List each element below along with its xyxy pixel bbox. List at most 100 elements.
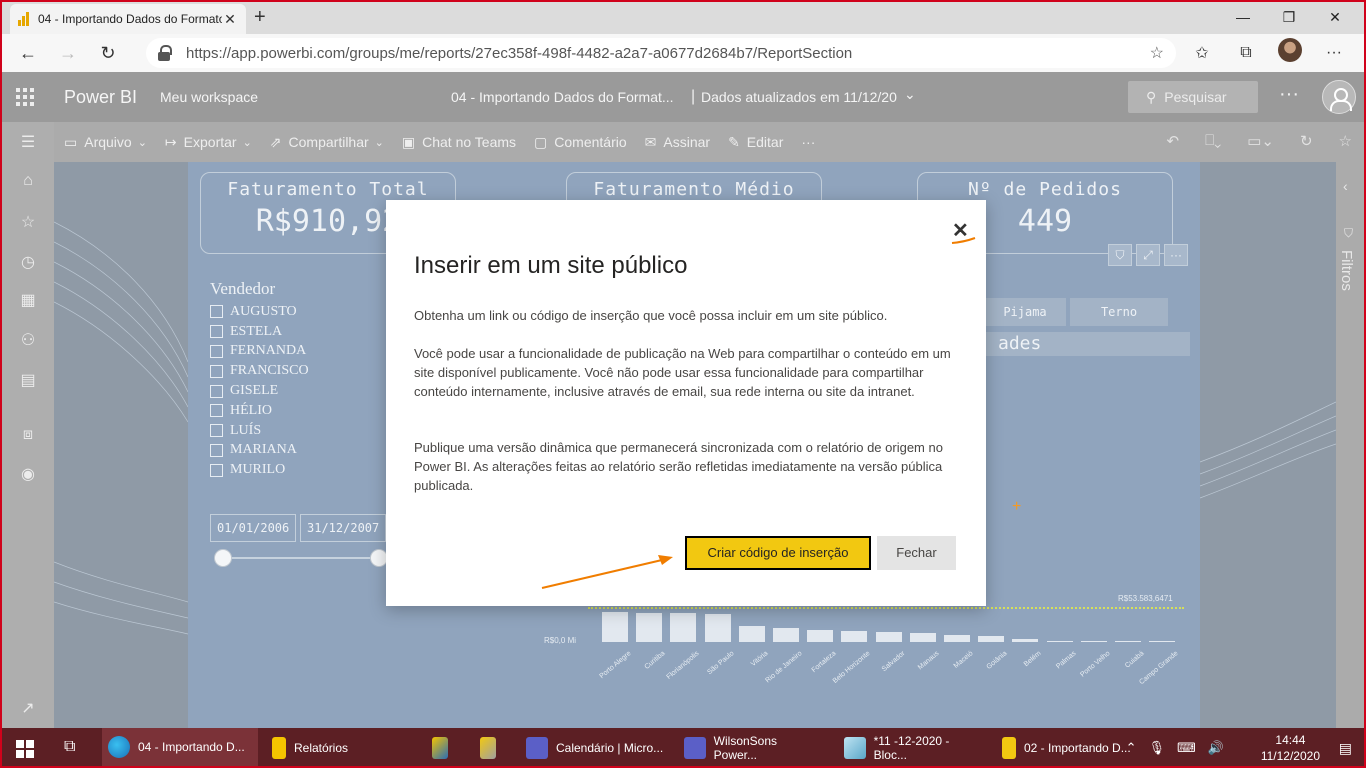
- comentario-button[interactable]: ▢ Comentário: [534, 134, 627, 151]
- browser-tab[interactable]: 04 - Importando Dados do Formato ✕: [10, 4, 246, 34]
- window-close-icon[interactable]: ✕: [1312, 4, 1358, 30]
- checkbox[interactable]: [210, 443, 223, 457]
- slicer-item[interactable]: ESTELA: [210, 322, 309, 342]
- arquivo-menu[interactable]: ▭ Arquivo ⌄: [64, 134, 147, 151]
- assinar-button[interactable]: ✉ Assinar: [645, 134, 710, 151]
- collections-icon[interactable]: ⧉: [1224, 44, 1268, 62]
- apps-icon[interactable]: ▦: [2, 290, 54, 310]
- chart-bar[interactable]: [944, 634, 970, 642]
- task-view-icon[interactable]: ⧉: [64, 738, 75, 756]
- chart-bar[interactable]: [1046, 640, 1073, 642]
- category-button-terno[interactable]: Terno: [1070, 298, 1168, 326]
- checkbox[interactable]: [210, 344, 223, 358]
- checkbox[interactable]: [210, 364, 223, 378]
- slicer-item[interactable]: FRANCISCO: [210, 361, 309, 381]
- user-avatar[interactable]: [1322, 80, 1356, 114]
- slicer-item[interactable]: GISELE: [210, 381, 309, 401]
- home-icon[interactable]: ⌂: [2, 172, 54, 190]
- search-input[interactable]: ⚲ Pesquisar: [1128, 81, 1258, 113]
- checkbox[interactable]: [210, 404, 223, 418]
- checkbox[interactable]: [210, 325, 223, 339]
- taskbar-item-app1[interactable]: [426, 728, 462, 766]
- checkbox[interactable]: [210, 463, 223, 477]
- chart-bar[interactable]: [636, 612, 663, 642]
- chevron-left-icon[interactable]: ‹: [1343, 178, 1348, 194]
- learn-book-icon[interactable]: ▤: [2, 370, 54, 390]
- favorites-star-icon[interactable]: ☆: [2, 212, 54, 232]
- chart-bar[interactable]: [875, 632, 902, 642]
- taskbar-item-explorer[interactable]: Relatórios: [266, 728, 416, 766]
- slicer-item[interactable]: MARIANA: [210, 441, 309, 461]
- compartilhar-menu[interactable]: ⇗ Compartilhar ⌄: [270, 134, 384, 151]
- shared-icon[interactable]: ⚇: [2, 330, 54, 350]
- date-slider-start-handle[interactable]: [214, 549, 232, 567]
- taskbar-item-app2[interactable]: [474, 728, 510, 766]
- my-workspace-icon[interactable]: ◉: [2, 464, 54, 484]
- tray-chevron-up-icon[interactable]: ⌃: [1126, 740, 1137, 756]
- chevron-down-icon[interactable]: ⌄: [904, 86, 916, 103]
- favorites-icon[interactable]: ✩: [1180, 43, 1224, 63]
- favorite-icon[interactable]: ☆: [1339, 132, 1352, 150]
- view-icon[interactable]: ▭⌄: [1247, 132, 1274, 150]
- powerbi-brand[interactable]: Power BI: [64, 87, 137, 108]
- slicer-item[interactable]: AUGUSTO: [210, 302, 309, 322]
- slicer-item[interactable]: HÉLIO: [210, 401, 309, 421]
- hamburger-menu-icon[interactable]: ☰: [2, 132, 54, 152]
- close-dialog-button[interactable]: Fechar: [877, 536, 956, 570]
- date-end-input[interactable]: 31/12/2007: [300, 514, 386, 542]
- chart-bar[interactable]: [1115, 641, 1141, 642]
- editar-button[interactable]: ✎ Editar: [728, 134, 783, 151]
- chart-bar[interactable]: [1012, 638, 1039, 642]
- chart-bar[interactable]: [773, 627, 799, 642]
- chart-bar[interactable]: [909, 632, 936, 642]
- maximize-icon[interactable]: ❐: [1266, 4, 1312, 30]
- new-tab-button[interactable]: +: [254, 6, 266, 29]
- checkbox[interactable]: [210, 384, 223, 398]
- taskbar-clock[interactable]: 14:44 11/12/2020: [1261, 732, 1320, 764]
- exportar-menu[interactable]: ↦ Exportar ⌄: [165, 134, 252, 151]
- back-icon[interactable]: ←: [8, 43, 48, 64]
- browser-menu-icon[interactable]: ···: [1312, 44, 1356, 62]
- recent-clock-icon[interactable]: ◷: [2, 252, 54, 272]
- bookmark-icon[interactable]: ⎕⌄: [1205, 132, 1221, 150]
- tab-close-icon[interactable]: ✕: [222, 11, 238, 28]
- notifications-icon[interactable]: ▤: [1339, 740, 1352, 757]
- chart-bar[interactable]: [1080, 641, 1107, 642]
- favorite-star-icon[interactable]: ☆: [1150, 43, 1164, 63]
- taskbar-item-edge[interactable]: 04 - Importando D...: [102, 728, 258, 766]
- minimize-icon[interactable]: —: [1220, 4, 1266, 30]
- dialog-close-icon[interactable]: ✕: [952, 218, 969, 243]
- create-embed-code-button[interactable]: Criar código de inserção: [685, 536, 871, 570]
- volume-icon[interactable]: 🔊: [1208, 740, 1224, 756]
- chart-bar[interactable]: [807, 630, 834, 642]
- taskbar-item-notepad[interactable]: *11 -12-2020 - Bloc...: [838, 728, 990, 766]
- more-options-icon[interactable]: ···: [1279, 83, 1299, 106]
- network-icon[interactable]: ⌨: [1177, 740, 1196, 756]
- date-slider-track[interactable]: [222, 557, 380, 559]
- slicer-item[interactable]: MURILO: [210, 460, 309, 480]
- data-updated-label[interactable]: Dados atualizados em 11/12/20: [701, 89, 897, 105]
- date-start-input[interactable]: 01/01/2006: [210, 514, 296, 542]
- chart-bar[interactable]: [602, 611, 628, 642]
- filters-pane[interactable]: ‹ ⛉ Filtros: [1336, 162, 1364, 728]
- forward-icon[interactable]: →: [48, 43, 88, 64]
- slicer-item[interactable]: LUÍS: [210, 421, 309, 441]
- more-toolbar-button[interactable]: ···: [801, 134, 815, 150]
- chart-bar[interactable]: [1149, 641, 1176, 642]
- microphone-icon[interactable]: 🎙: [1149, 740, 1166, 756]
- windows-start-icon[interactable]: [16, 740, 34, 758]
- url-field[interactable]: https://app.powerbi.com/groups/me/report…: [146, 38, 1176, 68]
- app-launcher-icon[interactable]: [16, 88, 34, 106]
- refresh-icon[interactable]: ↻: [88, 43, 128, 64]
- profile-avatar[interactable]: [1268, 38, 1312, 67]
- reload-icon[interactable]: ↻: [1300, 132, 1313, 150]
- workspace-link[interactable]: Meu workspace: [160, 89, 258, 105]
- taskbar-item-teams-calendar[interactable]: Calendário | Micro...: [520, 728, 670, 766]
- focus-mode-icon[interactable]: ⤢: [1136, 244, 1160, 266]
- chart-bar[interactable]: [738, 626, 765, 642]
- chat-teams-button[interactable]: ▣ Chat no Teams: [402, 134, 516, 151]
- workspaces-icon[interactable]: ⧈: [2, 426, 54, 444]
- expand-arrow-icon[interactable]: ↗: [2, 698, 54, 718]
- chart-bar[interactable]: [670, 613, 697, 642]
- undo-icon[interactable]: ↶: [1167, 132, 1180, 150]
